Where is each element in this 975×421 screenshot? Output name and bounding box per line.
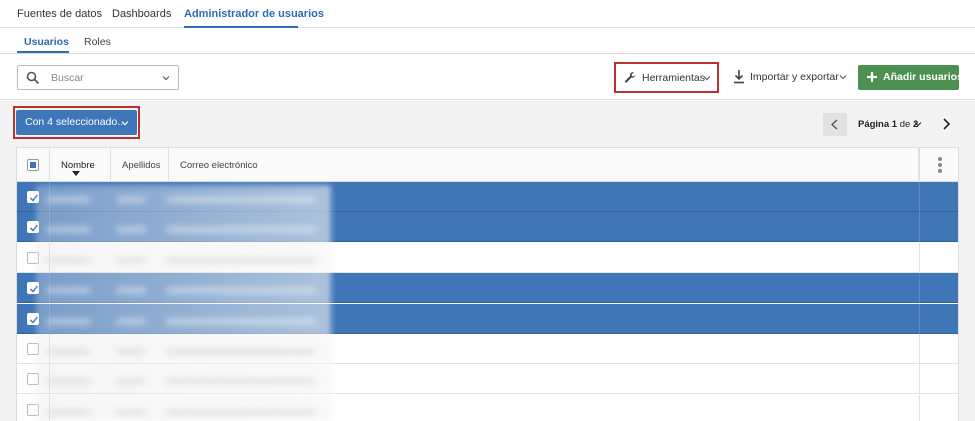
sort-descending-icon bbox=[72, 171, 80, 176]
redacted-text bbox=[166, 227, 316, 233]
tools-dropdown-button[interactable]: Herramientas bbox=[614, 62, 719, 93]
row-actions-cell bbox=[919, 273, 958, 304]
add-users-button[interactable]: Añadir usuarios bbox=[858, 65, 963, 90]
tab-fuentes-de-datos[interactable]: Fuentes de datos bbox=[17, 8, 102, 20]
column-header-correo[interactable]: Correo electrónico bbox=[169, 148, 919, 182]
redacted-text bbox=[166, 257, 316, 263]
redacted-text bbox=[166, 409, 316, 415]
page-prefix: Página bbox=[858, 119, 890, 130]
selection-actions-button[interactable]: Con 4 seleccionado... bbox=[16, 110, 137, 135]
wrench-icon bbox=[624, 72, 636, 83]
redacted-text bbox=[116, 318, 146, 324]
select-all-checkbox[interactable] bbox=[27, 159, 39, 171]
tab-administrador-de-usuarios[interactable]: Administrador de usuarios bbox=[184, 8, 324, 20]
tools-label: Herramientas bbox=[642, 72, 706, 84]
redacted-user-data bbox=[36, 185, 331, 421]
chevron-down-icon bbox=[839, 75, 847, 80]
redacted-text bbox=[166, 318, 316, 324]
search-placeholder: Buscar bbox=[51, 72, 84, 84]
redacted-text bbox=[116, 227, 146, 233]
column-header-apellidos[interactable]: Apellidos bbox=[111, 148, 169, 182]
chevron-down-icon[interactable] bbox=[161, 73, 171, 83]
chevron-down-icon bbox=[121, 121, 129, 126]
row-actions-cell bbox=[919, 334, 958, 364]
import-export-dropdown-button[interactable]: Importar y exportar bbox=[731, 66, 851, 90]
column-options-cell bbox=[919, 148, 958, 182]
redacted-text bbox=[46, 227, 91, 233]
download-icon bbox=[734, 70, 744, 84]
active-subtab-indicator bbox=[17, 51, 69, 53]
redacted-text bbox=[116, 349, 146, 354]
selection-label: Con 4 seleccionado... bbox=[25, 116, 126, 128]
redacted-text bbox=[46, 379, 91, 385]
page-separator: de bbox=[899, 119, 911, 130]
next-page-chevron-icon[interactable] bbox=[938, 115, 954, 133]
row-actions-cell bbox=[919, 364, 958, 395]
page-select-chevron-icon[interactable] bbox=[914, 120, 922, 128]
page-current: 1 bbox=[891, 119, 898, 130]
row-actions-cell bbox=[919, 303, 958, 334]
row-actions-cell bbox=[919, 182, 958, 212]
add-users-label: Añadir usuarios bbox=[883, 71, 963, 83]
more-options-icon[interactable] bbox=[937, 157, 943, 173]
row-actions-cell bbox=[919, 212, 958, 243]
column-header-nombre[interactable]: Nombre bbox=[50, 148, 111, 182]
redacted-text bbox=[166, 349, 316, 354]
chevron-left-icon bbox=[830, 119, 838, 130]
redacted-text bbox=[46, 257, 91, 263]
redacted-text bbox=[116, 379, 146, 385]
redacted-text bbox=[116, 257, 146, 263]
redacted-text bbox=[46, 349, 91, 354]
redacted-text bbox=[46, 409, 91, 415]
previous-page-button[interactable] bbox=[823, 113, 847, 136]
table-header: Nombre Apellidos Correo electrónico bbox=[17, 148, 958, 182]
redacted-text bbox=[166, 197, 316, 202]
subtab-roles[interactable]: Roles bbox=[84, 36, 111, 48]
header-checkbox-cell bbox=[17, 148, 50, 182]
row-actions-cell bbox=[919, 394, 958, 421]
search-input[interactable]: Buscar bbox=[17, 65, 179, 90]
plus-icon bbox=[867, 72, 877, 82]
subtab-usuarios[interactable]: Usuarios bbox=[24, 36, 69, 48]
pagination-label: Página 1 de 2 bbox=[858, 119, 918, 130]
redacted-text bbox=[46, 197, 91, 202]
toolbar: Buscar Herramientas Importar y exportar … bbox=[0, 55, 975, 100]
redacted-text bbox=[46, 318, 91, 324]
redacted-text bbox=[46, 288, 91, 294]
sub-navigation: Usuarios Roles bbox=[0, 28, 975, 54]
chevron-down-icon bbox=[703, 76, 711, 81]
redacted-text bbox=[166, 379, 316, 385]
import-export-label: Importar y exportar bbox=[750, 71, 839, 83]
tab-dashboards[interactable]: Dashboards bbox=[112, 8, 171, 20]
row-actions-cell bbox=[919, 242, 958, 273]
redacted-text bbox=[116, 197, 146, 202]
redacted-text bbox=[116, 409, 146, 415]
redacted-text bbox=[166, 288, 316, 294]
top-navigation: Fuentes de datos Dashboards Administrado… bbox=[0, 0, 975, 28]
redacted-text bbox=[116, 288, 146, 294]
search-icon bbox=[26, 71, 40, 85]
